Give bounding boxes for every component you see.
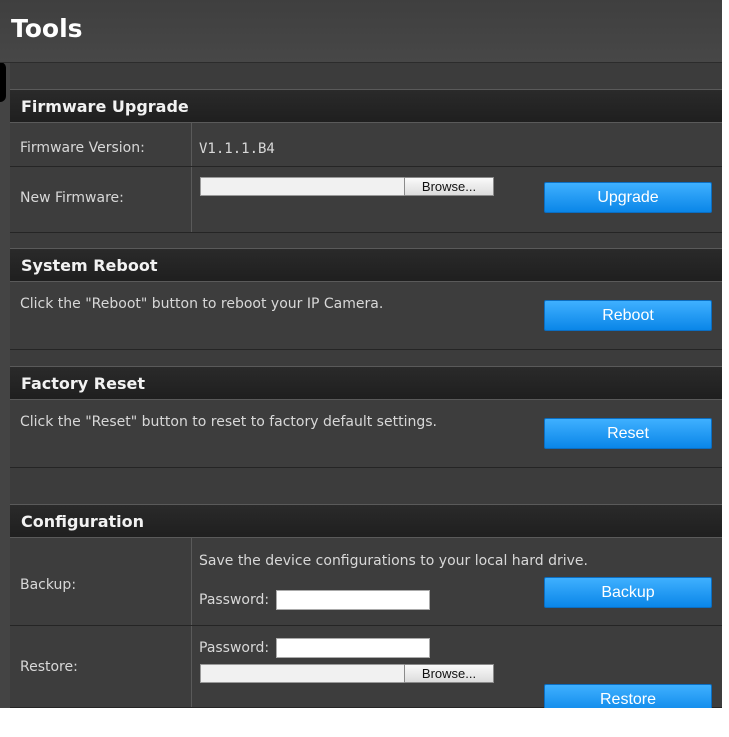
firmware-browse-button[interactable]: Browse...	[404, 177, 494, 196]
restore-browse-button[interactable]: Browse...	[404, 664, 494, 683]
label-cell: Firmware Version:	[10, 123, 192, 166]
backup-row: Backup: Save the device configurations t…	[10, 538, 722, 626]
restore-password-label: Password:	[199, 640, 270, 656]
backup-password-label: Password:	[199, 592, 270, 608]
page-title: Tools	[11, 14, 83, 43]
spacer	[10, 350, 722, 366]
firmware-version-value: V1.1.1.B4	[199, 141, 275, 157]
section-title: System Reboot	[21, 256, 158, 275]
factory-reset-header: Factory Reset	[10, 366, 722, 400]
backup-button[interactable]: Backup	[544, 577, 712, 608]
reset-description: Click the "Reset" button to reset to fac…	[20, 414, 437, 430]
configuration-header: Configuration	[10, 504, 722, 538]
spacer	[10, 63, 722, 89]
spacer	[10, 468, 722, 504]
firmware-file-input[interactable]: Browse...	[200, 177, 494, 196]
label-cell: Backup:	[10, 538, 192, 625]
page-edge	[0, 708, 729, 737]
section-title: Configuration	[21, 512, 145, 531]
system-reboot-header: System Reboot	[10, 248, 722, 282]
restore-row: Restore: Password: Browse... Restore	[10, 626, 722, 715]
label-cell: Restore:	[10, 626, 192, 707]
reset-row: Click the "Reset" button to reset to fac…	[10, 400, 722, 468]
upgrade-button[interactable]: Upgrade	[544, 182, 712, 213]
label-cell: New Firmware:	[10, 167, 192, 232]
backup-label: Backup:	[20, 577, 77, 593]
title-bar: Tools	[0, 0, 722, 63]
section-title: Factory Reset	[21, 374, 145, 393]
reboot-description: Click the "Reboot" button to reboot your…	[20, 296, 384, 312]
backup-password-input[interactable]	[276, 590, 430, 610]
firmware-version-label: Firmware Version:	[20, 140, 145, 156]
edge-artifact	[0, 62, 6, 102]
restore-password-input[interactable]	[276, 638, 430, 658]
new-firmware-label: New Firmware:	[20, 190, 124, 206]
spacer	[10, 233, 722, 248]
backup-description: Save the device configurations to your l…	[199, 553, 588, 569]
section-title: Firmware Upgrade	[21, 97, 189, 116]
reset-button[interactable]: Reset	[544, 418, 712, 449]
restore-file-input[interactable]: Browse...	[200, 664, 494, 683]
new-firmware-row: New Firmware: Browse... Upgrade	[10, 167, 722, 233]
firmware-version-row: Firmware Version: V1.1.1.B4	[10, 123, 722, 167]
firmware-upgrade-header: Firmware Upgrade	[10, 89, 722, 123]
page-edge	[722, 0, 729, 737]
restore-label: Restore:	[20, 659, 78, 675]
reboot-button[interactable]: Reboot	[544, 300, 712, 331]
reboot-row: Click the "Reboot" button to reboot your…	[10, 282, 722, 350]
